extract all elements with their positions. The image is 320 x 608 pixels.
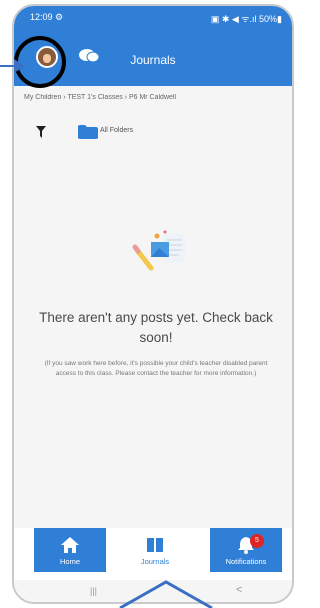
tab-notifications[interactable]: 5 Notifications [210, 528, 282, 572]
folder-select[interactable]: All Folders [100, 127, 133, 134]
tab-journals-label: Journals [140, 557, 170, 566]
tab-notifications-label: Notifications [225, 557, 267, 566]
status-icons: ▣ ✱ ◀ ᯤ.ıl 50%▮ [210, 14, 282, 24]
pointer-arrow-icon [0, 59, 25, 73]
bottom-tab-bar: Home Journals 5 Notifications [14, 528, 292, 580]
empty-state-title: There aren't any posts yet. Check back s… [39, 310, 273, 345]
tab-home-label: Home [59, 557, 80, 566]
filter-icon[interactable] [36, 126, 46, 138]
empty-state-note: (If you saw work here before, it's possi… [44, 360, 268, 377]
tab-home[interactable]: Home [34, 528, 106, 572]
phone-frame: 12:09 ⚙ ▣ ✱ ◀ ᯤ.ıl 50%▮ Journals My Chil… [12, 4, 294, 604]
home-icon [61, 537, 79, 553]
back-button[interactable]: < [236, 584, 242, 596]
tab-journals[interactable]: Journals [119, 528, 191, 572]
status-time: 12:09 ⚙ [30, 12, 64, 22]
filter-bar: All Folders [24, 122, 284, 142]
folder-icon[interactable] [78, 125, 98, 139]
empty-posts-illustration-icon [132, 230, 185, 271]
recents-button[interactable]: ||| [90, 586, 97, 596]
status-bar: 12:09 ⚙ ▣ ✱ ◀ ᯤ.ıl 50%▮ [14, 6, 292, 28]
screenshot: 12:09 ⚙ ▣ ✱ ◀ ᯤ.ıl 50%▮ Journals My Chil… [0, 0, 299, 608]
breadcrumb[interactable]: My Children › TEST 1's Classes › P6 Mr C… [24, 94, 284, 108]
journals-tab-arrow-icon [119, 580, 213, 608]
book-icon [147, 538, 163, 552]
notification-count-badge: 5 [250, 534, 264, 548]
